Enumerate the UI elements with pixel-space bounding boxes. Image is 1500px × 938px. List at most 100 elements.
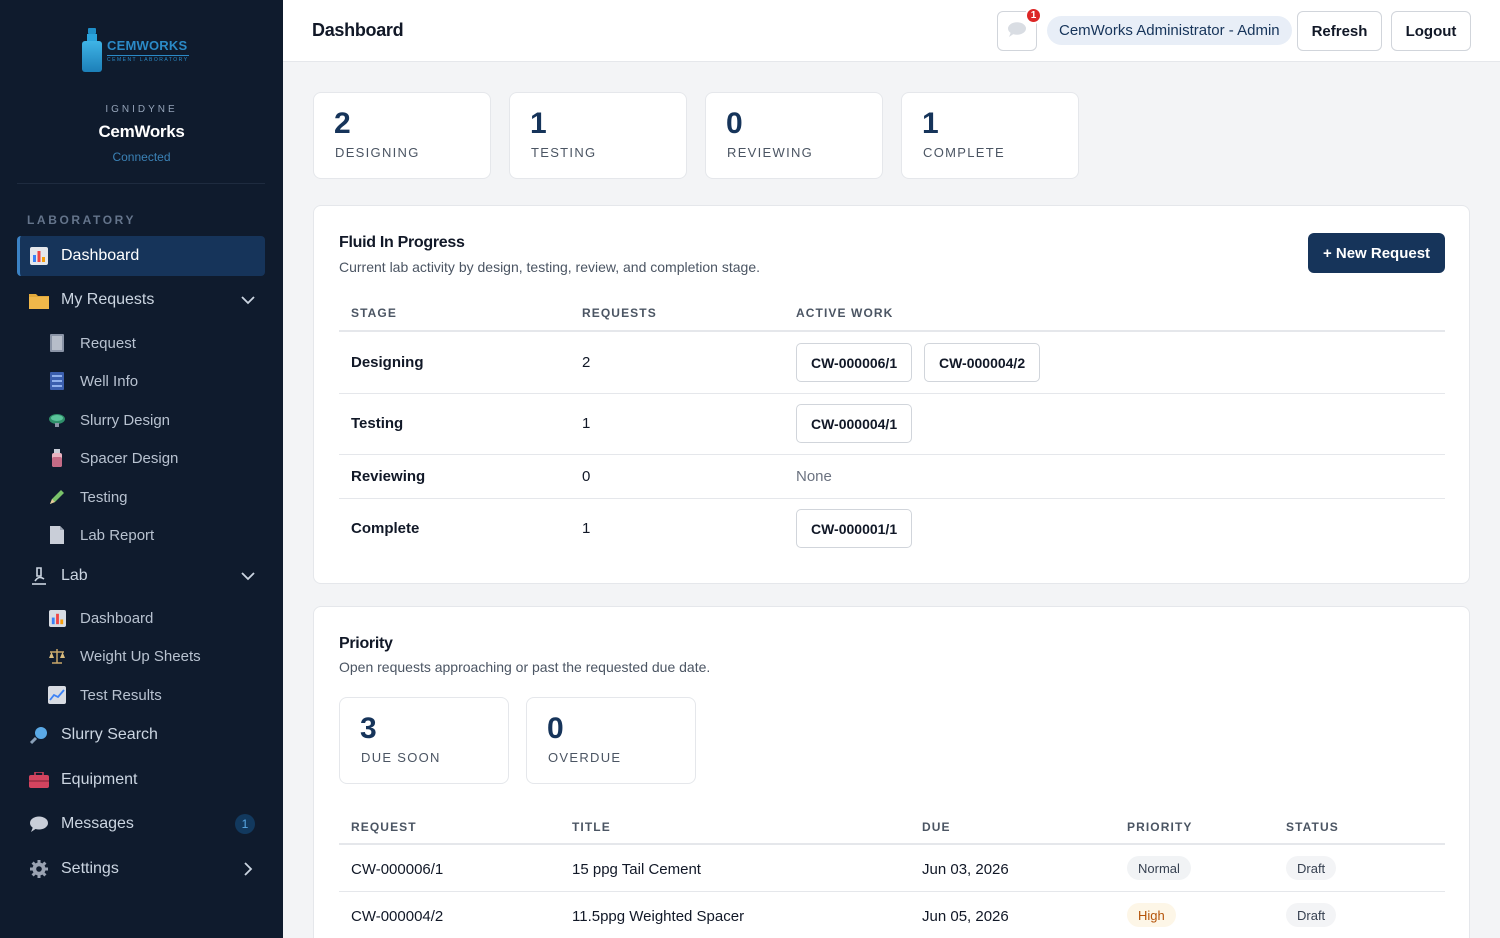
stat-card-reviewing: 0 REVIEWING: [705, 92, 883, 179]
pencil-icon: [48, 488, 66, 506]
page-title: Dashboard: [312, 20, 404, 40]
document-icon: [48, 526, 66, 544]
row-stage: Complete: [351, 520, 420, 537]
row-divider: [339, 498, 1445, 499]
sidebar-item-label: Well Info: [80, 372, 139, 390]
sidebar-item-equipment[interactable]: Equipment: [17, 760, 265, 800]
stat-label: TESTING: [531, 145, 597, 160]
work-chip[interactable]: CW-000006/1: [796, 343, 913, 382]
stat-value: 0: [547, 712, 564, 745]
sidebar-item-label: Lab Report: [80, 526, 155, 544]
row-divider: [339, 393, 1445, 394]
bottle-icon: [82, 28, 102, 72]
row-no-work: None: [796, 468, 832, 485]
column-header-title: TITLE: [572, 820, 611, 834]
work-chip[interactable]: CW-000004/2: [924, 343, 1041, 382]
line-chart-icon: [48, 686, 66, 704]
stat-card-testing: 1 TESTING: [509, 92, 687, 179]
brand-company: IGNIDYNE: [105, 104, 178, 115]
work-chip[interactable]: CW-000004/1: [796, 404, 913, 443]
overdue-card: 0 OVERDUE: [526, 697, 696, 784]
notification-badge: 1: [1025, 7, 1042, 24]
column-header-status: STATUS: [1286, 820, 1339, 834]
row-stage: Reviewing: [351, 468, 426, 485]
stat-card-designing: 2 DESIGNING: [313, 92, 491, 179]
sidebar-item-settings[interactable]: Settings: [17, 849, 265, 889]
sidebar-item-testing[interactable]: Testing: [48, 481, 265, 513]
priority-panel: Priority Open requests approaching or pa…: [313, 606, 1470, 938]
sidebar-item-label: Spacer Design: [80, 449, 179, 467]
row-count: 1: [582, 415, 591, 432]
sidebar-item-label: Settings: [61, 860, 119, 877]
stat-label: OVERDUE: [548, 750, 622, 765]
sidebar-item-my-requests[interactable]: My Requests: [17, 280, 265, 320]
well-icon: [48, 372, 66, 390]
new-request-button[interactable]: + New Request: [1308, 233, 1445, 273]
chevron-right-icon[interactable]: [241, 862, 255, 876]
chevron-down-icon[interactable]: [241, 569, 255, 583]
sidebar-item-lab[interactable]: Lab: [17, 556, 265, 596]
row-request-id[interactable]: CW-000004/2: [351, 908, 443, 925]
chevron-down-icon[interactable]: [241, 293, 255, 307]
sidebar-item-lab-dashboard[interactable]: Dashboard: [48, 602, 265, 634]
row-request-id[interactable]: CW-000006/1: [351, 861, 443, 878]
sidebar-item-spacer-design[interactable]: Spacer Design: [48, 442, 265, 474]
messages-count-badge: 1: [235, 814, 255, 834]
stat-label: DESIGNING: [335, 145, 420, 160]
microscope-icon: [29, 566, 49, 586]
refresh-button[interactable]: Refresh: [1297, 11, 1382, 51]
sidebar-divider: [17, 183, 265, 184]
sidebar-item-label: My Requests: [61, 291, 155, 308]
sidebar-item-slurry-design[interactable]: Slurry Design: [48, 404, 265, 436]
bar-chart-icon: [29, 246, 49, 266]
sidebar-item-slurry-search[interactable]: Slurry Search: [17, 715, 265, 755]
sidebar-item-lab-report[interactable]: Lab Report: [48, 519, 265, 551]
stat-value: 3: [360, 712, 377, 745]
sidebar-item-well-info[interactable]: Well Info: [48, 365, 265, 397]
stat-value: 1: [922, 107, 939, 140]
priority-badge: Normal: [1127, 856, 1191, 880]
row-title: 15 ppg Tail Cement: [572, 861, 701, 878]
column-header-priority: PRIORITY: [1127, 820, 1193, 834]
row-count: 1: [582, 520, 591, 537]
notebook-icon: [48, 334, 66, 352]
sidebar-item-label: Equipment: [61, 771, 138, 788]
bottle-icon: [48, 449, 66, 467]
column-header-request: REQUEST: [351, 820, 417, 834]
toolbox-icon: [29, 770, 49, 790]
row-divider: [339, 454, 1445, 455]
status-badge: Draft: [1286, 856, 1337, 880]
sidebar-item-messages[interactable]: Messages 1: [17, 804, 265, 844]
logout-button[interactable]: Logout: [1391, 11, 1471, 51]
stat-card-complete: 1 COMPLETE: [901, 92, 1079, 179]
stat-label: DUE SOON: [361, 750, 441, 765]
stat-label: REVIEWING: [727, 145, 814, 160]
row-due-date: Jun 03, 2026: [922, 861, 1009, 878]
sidebar-item-dashboard[interactable]: Dashboard: [17, 236, 265, 276]
sidebar-item-label: Dashboard: [80, 609, 154, 627]
work-chip[interactable]: CW-000001/1: [796, 509, 913, 548]
fluid-in-progress-panel: Fluid In Progress Current lab activity b…: [313, 205, 1470, 584]
flask-icon: [48, 411, 66, 429]
cemworks-logo: CEMWORKS CEMENT LABORATORY: [80, 26, 200, 74]
brand-name: CemWorks: [98, 122, 185, 141]
table-header-divider: [339, 843, 1445, 845]
sidebar-item-label: Lab: [61, 567, 88, 584]
row-count: 2: [582, 354, 591, 371]
panel-title: Fluid In Progress: [339, 234, 465, 251]
sidebar-item-test-results[interactable]: Test Results: [48, 679, 265, 711]
sidebar-item-weight-up-sheets[interactable]: Weight Up Sheets: [48, 640, 265, 672]
scales-icon: [48, 647, 66, 665]
column-header-stage: STAGE: [351, 306, 397, 320]
sidebar-item-label: Messages: [61, 815, 134, 832]
sidebar-item-label: Slurry Search: [61, 726, 158, 743]
speech-bubble-icon: [29, 814, 49, 834]
magnifier-icon: [29, 725, 49, 745]
column-header-active-work: ACTIVE WORK: [796, 306, 894, 320]
panel-description: Current lab activity by design, testing,…: [339, 259, 760, 275]
sidebar-item-request[interactable]: Request: [48, 327, 265, 359]
speech-bubble-icon: [1007, 21, 1027, 41]
connection-status: Connected: [112, 150, 171, 164]
row-stage: Testing: [351, 415, 404, 432]
row-stage: Designing: [351, 354, 424, 371]
